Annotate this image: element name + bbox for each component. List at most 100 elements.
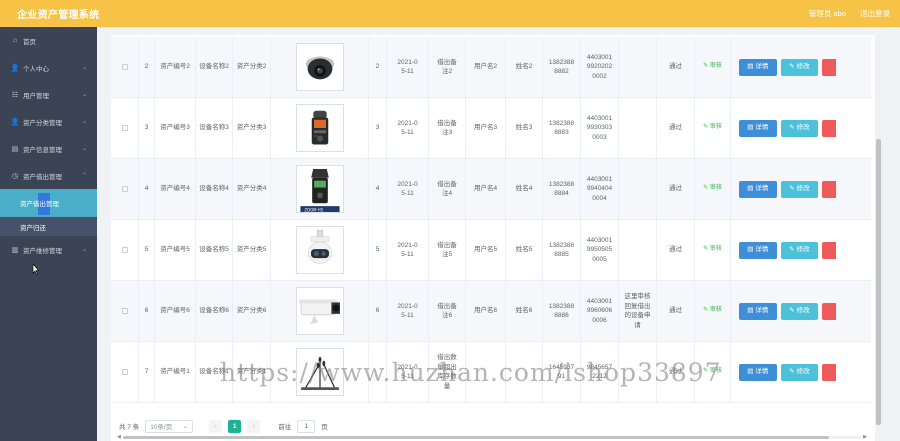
horizontal-scrollbar[interactable]: ◀ ▶	[117, 434, 867, 440]
cell-idx: 4	[139, 158, 155, 220]
logout-button[interactable]: 退出登录	[860, 8, 890, 19]
table-row[interactable]: 3 资产编号3 设备名称3 资产分类3 3 2021-05-11 借出备注3 用户名3 姓名3 1…	[111, 97, 871, 159]
audit-cell: ✎ 审核	[695, 36, 731, 98]
detail-button[interactable]: ▤ 详情	[739, 58, 777, 76]
row-checkbox-cell	[111, 219, 139, 281]
cell-status: 通过	[657, 280, 695, 342]
audit-link[interactable]: ✎ 审核	[703, 245, 722, 255]
edit-button[interactable]: ✎ 修改	[780, 363, 819, 381]
row-checkbox[interactable]	[121, 186, 128, 192]
delete-button[interactable]	[822, 119, 836, 137]
asset-image[interactable]	[295, 348, 344, 396]
table-card: 2 资产编号2 设备名称2 资产分类2 2 2021-05-11 借出备注2 用户名2 姓名2 1…	[111, 35, 875, 441]
info-icon: ▤	[11, 145, 19, 153]
scroll-right-icon[interactable]: ▶	[863, 434, 867, 440]
table-row[interactable]: 2 资产编号2 设备名称2 资产分类2 2 2021-05-11 借出备注2 用户名2 姓名2 1…	[111, 36, 871, 98]
row-checkbox[interactable]	[121, 64, 128, 70]
edit-button[interactable]: ✎ 修改	[780, 302, 819, 320]
row-checkbox[interactable]	[121, 369, 128, 375]
asset-image[interactable]: ZOOM H5	[295, 165, 344, 213]
cell-name: 姓名5	[506, 219, 543, 281]
table-row[interactable]: 4 资产编号4 设备名称4 资产分类4 ZOOM H5 4 2021-05-11 借出备注4 用…	[111, 158, 871, 220]
cell-phone: 13823888882	[543, 36, 581, 98]
edit-button[interactable]: ✎ 修改	[780, 119, 819, 137]
goto-label: 前往	[278, 424, 292, 431]
delete-button[interactable]	[822, 58, 836, 76]
edit-icon: ✎	[703, 307, 709, 314]
main-content: 2 资产编号2 设备名称2 资产分类2 2 2021-05-11 借出备注2 用户名2 姓名2 1…	[97, 27, 900, 441]
audit-link[interactable]: ✎ 审核	[703, 367, 722, 377]
admin-label[interactable]: 管理员 abo	[809, 8, 846, 19]
row-checkbox[interactable]	[121, 247, 128, 253]
cell-date: 2021-05-11	[387, 280, 429, 342]
asset-image[interactable]	[295, 226, 344, 274]
next-page-button[interactable]: ›	[247, 419, 261, 433]
document-icon: ▤	[747, 246, 754, 254]
sidebar-item-personal[interactable]: 👤 个人中心 ⌄	[0, 54, 97, 81]
sidebar-item-users[interactable]: ☷ 用户管理 ⌄	[0, 81, 97, 108]
edit-button[interactable]: ✎ 修改	[780, 58, 819, 76]
asset-image[interactable]	[295, 43, 344, 91]
cell-qty: 5	[369, 219, 387, 281]
cell-idcard: 440300199606060006	[581, 280, 619, 342]
page-size-select[interactable]: 10条/页 ⌄	[145, 419, 194, 433]
actions-cell: ▤ 详情 ✎ 修改	[731, 281, 836, 342]
table-row[interactable]: 5 资产编号5 设备名称5 资产分类5 5 2021-05-11 借出备注5 用户名5 姓名5 1…	[111, 219, 871, 281]
row-checkbox[interactable]	[121, 125, 128, 131]
cell-device: 设备名称1	[196, 341, 233, 403]
chevron-up-icon: ⌃	[81, 173, 87, 179]
audit-link[interactable]: ✎ 审核	[703, 123, 722, 133]
cell-qty: 6	[369, 280, 387, 342]
cell-phone: 13823888886	[543, 280, 581, 342]
cell-device: 设备名称3	[196, 97, 233, 159]
scroll-left-icon[interactable]: ◀	[117, 434, 121, 440]
edit-icon: ✎	[703, 124, 709, 131]
asset-image[interactable]	[295, 287, 344, 335]
edit-icon: ✎	[703, 185, 709, 192]
detail-button[interactable]: ▤ 详情	[739, 180, 777, 198]
sidebar-item-asset-info[interactable]: ▤ 资产信息管理 ⌄	[0, 135, 97, 162]
sidebar-item-repair[interactable]: ▥ 资产维修管理 ⌄	[0, 236, 97, 263]
audit-link[interactable]: ✎ 审核	[703, 62, 722, 72]
delete-button[interactable]	[822, 241, 836, 259]
goto-page-input[interactable]: 1	[297, 419, 316, 433]
sidebar-subitem-return[interactable]: 资产归还	[0, 217, 97, 236]
edit-icon: ✎	[789, 63, 795, 71]
table-row[interactable]: 7 资产编号1 设备名称1 资产分类1 2021-05-11 借出数量超出库存数量 1645…	[111, 341, 871, 403]
vertical-scrollbar[interactable]	[875, 35, 882, 427]
asset-image[interactable]	[295, 104, 344, 152]
cell-asset-no: 资产编号5	[155, 219, 196, 281]
sidebar-item-category[interactable]: 👤 资产分类管理 ⌄	[0, 108, 97, 135]
document-icon: ▤	[747, 307, 754, 315]
row-checkbox-cell	[111, 280, 139, 342]
audit-cell: ✎ 审核	[695, 97, 731, 159]
cell-name: 姓名6	[506, 280, 543, 342]
table-row[interactable]: 6 资产编号6 设备名称6 资产分类6 6 2021-05-11 借出备注6 用户名6 姓名6 1…	[111, 280, 871, 342]
asset-image-cell	[271, 341, 369, 403]
delete-button[interactable]	[822, 363, 836, 381]
sidebar-item-home[interactable]: ⌂ 首页	[0, 27, 97, 54]
delete-button[interactable]	[822, 180, 836, 198]
detail-button[interactable]: ▤ 详情	[739, 363, 777, 381]
detail-button[interactable]: ▤ 详情	[739, 119, 777, 137]
page-unit-label: 页	[321, 424, 328, 431]
audit-link[interactable]: ✎ 审核	[703, 306, 722, 316]
page-number-current[interactable]: 1	[228, 419, 242, 433]
cell-user: 用户名3	[466, 97, 506, 159]
row-checkbox[interactable]	[121, 308, 128, 314]
sidebar-item-lend[interactable]: ◷ 资产借出管理 ⌃	[0, 162, 97, 189]
edit-button[interactable]: ✎ 修改	[780, 241, 819, 259]
sidebar-subitem-lend-manage[interactable]: 资产借出管理	[0, 189, 97, 217]
edit-button[interactable]: ✎ 修改	[780, 180, 819, 198]
cell-idx: 5	[139, 219, 155, 281]
cell-category: 资产分类5	[233, 219, 271, 281]
asset-image-cell	[271, 219, 369, 281]
detail-button[interactable]: ▤ 详情	[739, 302, 777, 320]
actions-cell: ▤ 详情 ✎ 修改	[731, 342, 836, 403]
cell-user: 用户名4	[466, 158, 506, 220]
delete-button[interactable]	[822, 302, 836, 320]
detail-button[interactable]: ▤ 详情	[739, 241, 777, 259]
cell-reason	[619, 158, 657, 220]
prev-page-button[interactable]: ‹	[209, 419, 223, 433]
audit-link[interactable]: ✎ 审核	[703, 184, 722, 194]
